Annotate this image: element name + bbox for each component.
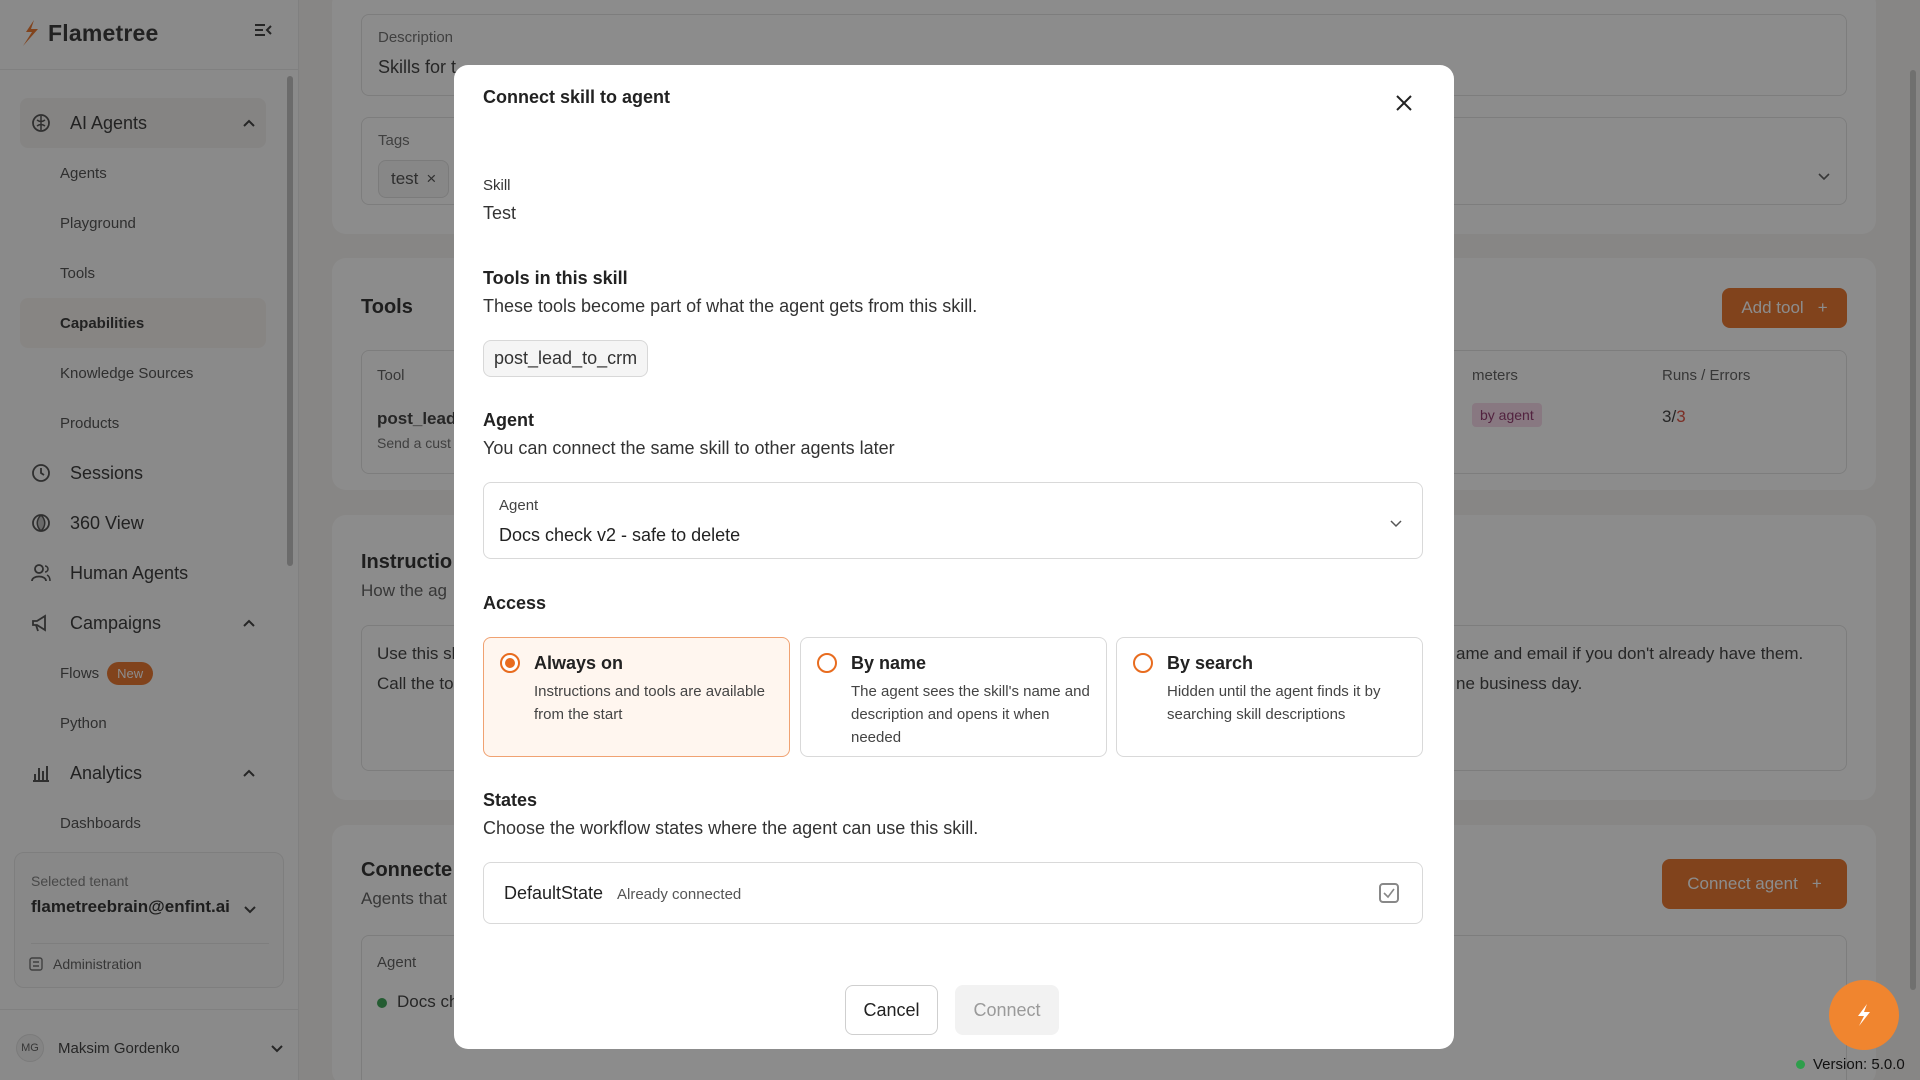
status-dot: [1796, 1060, 1805, 1069]
connect-skill-dialog: Connect skill to agent Skill Test Tools …: [454, 65, 1454, 1049]
access-heading: Access: [483, 593, 547, 613]
radio-unselected[interactable]: [817, 653, 837, 673]
tools-description: These tools become part of what the agen…: [483, 296, 978, 316]
cancel-button[interactable]: Cancel: [845, 985, 938, 1035]
access-option-title: Always on: [534, 653, 624, 673]
close-button[interactable]: [1388, 87, 1420, 119]
access-option-title: By name: [851, 653, 927, 673]
access-option-description: The agent sees the skill's name and desc…: [851, 683, 1090, 746]
agent-description: You can connect the same skill to other …: [483, 438, 895, 458]
tools-heading: Tools in this skill: [483, 268, 628, 288]
skill-value: Test: [483, 203, 517, 223]
states-heading: States: [483, 790, 538, 810]
agent-select[interactable]: Agent Docs check v2 - safe to delete: [483, 482, 1423, 559]
flametree-chat-icon: [1858, 1004, 1870, 1026]
state-checkbox[interactable]: [1379, 883, 1399, 903]
access-option-description: Instructions and tools are available fro…: [534, 683, 765, 723]
connect-button[interactable]: Connect: [955, 985, 1059, 1035]
version-indicator: Version: 5.0.0: [1796, 1056, 1905, 1073]
dialog-title: Connect skill to agent: [483, 87, 671, 107]
access-option-by-name[interactable]: By name The agent sees the skill's name …: [800, 637, 1107, 757]
states-description: Choose the workflow states where the age…: [483, 818, 979, 838]
access-option-always-on[interactable]: Always on Instructions and tools are ava…: [483, 637, 790, 757]
radio-selected[interactable]: [500, 653, 520, 673]
assistant-chat-button[interactable]: [1829, 980, 1899, 1050]
skill-label: Skill: [483, 177, 511, 194]
agent-select-label: Agent: [499, 497, 539, 514]
tool-chip: post_lead_to_crm: [483, 340, 649, 377]
state-name: DefaultState: [504, 883, 604, 903]
agent-select-value: Docs check v2 - safe to delete: [499, 525, 741, 545]
state-row-default[interactable]: DefaultState Already connected: [483, 862, 1423, 924]
access-option-title: By search: [1167, 653, 1254, 673]
access-option-by-search[interactable]: By search Hidden until the agent finds i…: [1116, 637, 1423, 757]
close-icon: [1396, 95, 1412, 111]
radio-unselected[interactable]: [1133, 653, 1153, 673]
chevron-down-icon: [1390, 520, 1402, 528]
access-option-description: Hidden until the agent finds it by searc…: [1167, 683, 1381, 723]
check-icon: [1383, 888, 1395, 899]
version-label: Version: 5.0.0: [1813, 1056, 1905, 1073]
agent-heading: Agent: [483, 410, 534, 430]
state-status-note: Already connected: [617, 886, 742, 903]
